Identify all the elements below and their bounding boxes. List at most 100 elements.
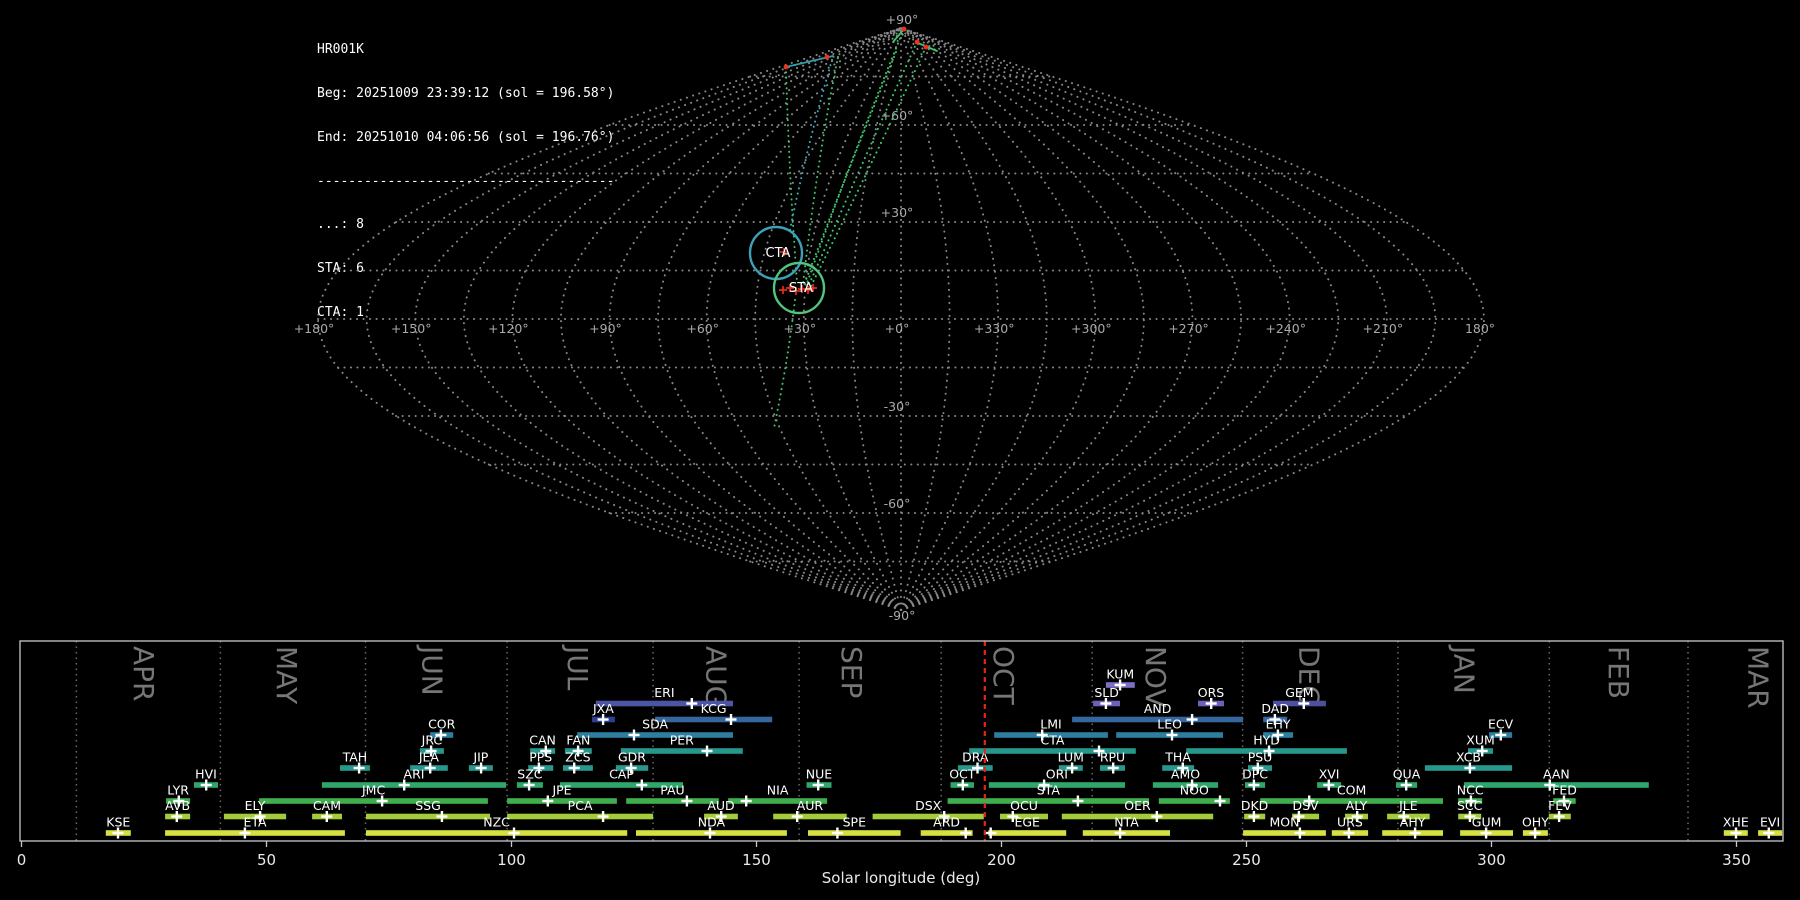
shower-bar-sda [577, 732, 733, 738]
shower-label-dkd: DKD [1241, 798, 1268, 813]
shower-label-aan: AAN [1543, 767, 1570, 782]
shower-label-gdr: GDR [618, 750, 646, 765]
shower-bar-kcg [655, 716, 773, 723]
shower-label-fev: FEV [1548, 798, 1572, 813]
activity-timeline-chart: APR MAY JUN JUL AUG SEP OCT NOV DEC JAN FEB MARKUME… [17, 640, 1784, 887]
shower-label-kse: KSE [106, 815, 130, 830]
shower-label-avb: AVB [165, 798, 190, 813]
x-tick-label: 50 [257, 851, 276, 869]
shower-label-jle: JLE [1398, 798, 1418, 813]
shower-label-sta: STA [1037, 783, 1061, 798]
shower-label-tah: TAH [342, 750, 368, 765]
shower-bar-ege [988, 830, 1067, 836]
shower-label-jip: JIP [472, 750, 488, 765]
shower-label-ely: ELY [245, 798, 266, 813]
shower-label-noo: NOO [1180, 783, 1209, 798]
shower-label-ssg: SSG [415, 798, 441, 813]
shower-bar-jmc [259, 798, 488, 804]
shower-label-lmi: LMI [1040, 717, 1061, 732]
shower-label-jrc: JRC [421, 733, 443, 748]
shower-bar-jpe [507, 798, 617, 804]
shower-label-xum: XUM [1466, 733, 1495, 748]
shower-bar-aur [773, 813, 847, 820]
shower-label-spe: SPE [843, 815, 866, 830]
shower-label-nda: NDA [698, 815, 726, 830]
shower-label-hyd: HYD [1253, 733, 1280, 748]
shower-label-mon: MON [1270, 815, 1300, 830]
shower-bar-pau [626, 798, 719, 804]
x-axis-title: Solar longitude (deg) [822, 869, 980, 887]
shower-label-ahy: AHY [1400, 815, 1426, 830]
shower-bar-dsx [872, 813, 984, 820]
shower-label-scc: SCC [1457, 798, 1483, 813]
shower-label-ecv: ECV [1488, 717, 1514, 732]
shower-label-jpe: JPE [551, 783, 571, 798]
shower-label-urs: URS [1337, 815, 1363, 830]
shower-label-kum: KUM [1106, 667, 1134, 682]
shower-label-pau: PAU [660, 783, 684, 798]
month-label-aug: AUG [699, 646, 732, 707]
shower-bar-spe [808, 830, 901, 836]
month-label-feb: FEB [1602, 646, 1635, 699]
shower-label-and: AND [1144, 701, 1172, 716]
shower-bar-nta [1082, 830, 1170, 836]
shower-label-jxa: JXA [592, 701, 614, 716]
shower-label-aur: AUR [797, 798, 824, 813]
shower-label-eri: ERI [654, 685, 674, 700]
shower-label-ocu: OCU [1010, 798, 1038, 813]
shower-label-oct: OCT [949, 767, 976, 782]
shower-label-cta: CTA [1041, 733, 1065, 748]
meteor-station-screen: { "header": { "lines": [ "HR001K", "Beg:… [0, 0, 1800, 900]
shower-label-tha: THA [1164, 750, 1191, 765]
shower-label-ors: ORS [1198, 685, 1225, 700]
shower-label-psu: PSU [1248, 750, 1273, 765]
shower-label-ege: EGE [1014, 815, 1040, 830]
shower-label-ohy: OHY [1522, 815, 1549, 830]
shower-bar-eta [165, 830, 345, 836]
month-label-jun: JUN [416, 644, 449, 696]
x-axis: 0 50 100 150 200 250 300 350 Solar longitude (de… [17, 841, 1751, 887]
shower-label-gum: GUM [1472, 815, 1502, 830]
shower-label-ari: ARI [404, 767, 425, 782]
month-labels: APR MAY JUN JUL AUG SEP OCT NOV DEC JAN FEB MAR [127, 644, 1775, 709]
shower-label-nia: NIA [767, 783, 789, 798]
shower-label-cam: CAM [313, 798, 341, 813]
month-label-jul: JUL [561, 644, 594, 691]
x-tick-label: 150 [742, 851, 771, 869]
shower-label-eta: ETA [243, 815, 267, 830]
shower-bar-ssg [366, 813, 490, 820]
shower-label-fan: FAN [566, 733, 590, 748]
shower-label-dsx: DSX [915, 798, 942, 813]
shower-label-xhe: XHE [1723, 815, 1749, 830]
x-tick-label: 350 [1722, 851, 1751, 869]
shower-label-per: PER [670, 733, 694, 748]
shower-label-lyr: LYR [167, 783, 189, 798]
shower-label-nta: NTA [1114, 815, 1139, 830]
shower-bar-sta [947, 798, 1149, 804]
shower-bar-pca [507, 813, 654, 820]
shower-label-pca: PCA [568, 798, 593, 813]
shower-label-amo: AMO [1171, 767, 1200, 782]
shower-label-sld: SLD [1094, 685, 1119, 700]
shower-bar-nzc [366, 830, 628, 836]
month-label-nov: NOV [1139, 646, 1172, 708]
shower-label-ori: ORI [1046, 767, 1068, 782]
shower-label-szc: SZC [517, 767, 542, 782]
shower-label-cap: CAP [609, 767, 634, 782]
month-label-oct: OCT [987, 646, 1020, 706]
shower-label-oer: OER [1124, 798, 1151, 813]
x-tick-label: 100 [497, 851, 526, 869]
shower-label-dpc: DPC [1242, 767, 1268, 782]
x-tick-label: 200 [987, 851, 1016, 869]
shower-label-rpu: RPU [1100, 750, 1125, 765]
shower-labels: KUM ERI SLD ORS GEM JXA KCG AND DAD COR SDA LMI LEO E… [106, 667, 1780, 830]
shower-label-kcg: KCG [701, 701, 727, 716]
shower-label-can: CAN [529, 733, 556, 748]
shower-label-fed: FED [1552, 783, 1577, 798]
shower-label-jea: JEA [418, 750, 440, 765]
month-label-apr: APR [127, 646, 160, 702]
month-label-sep: SEP [835, 646, 868, 698]
shower-label-cor: COR [428, 717, 456, 732]
x-tick-label: 300 [1477, 851, 1506, 869]
shower-label-com: COM [1337, 783, 1366, 798]
